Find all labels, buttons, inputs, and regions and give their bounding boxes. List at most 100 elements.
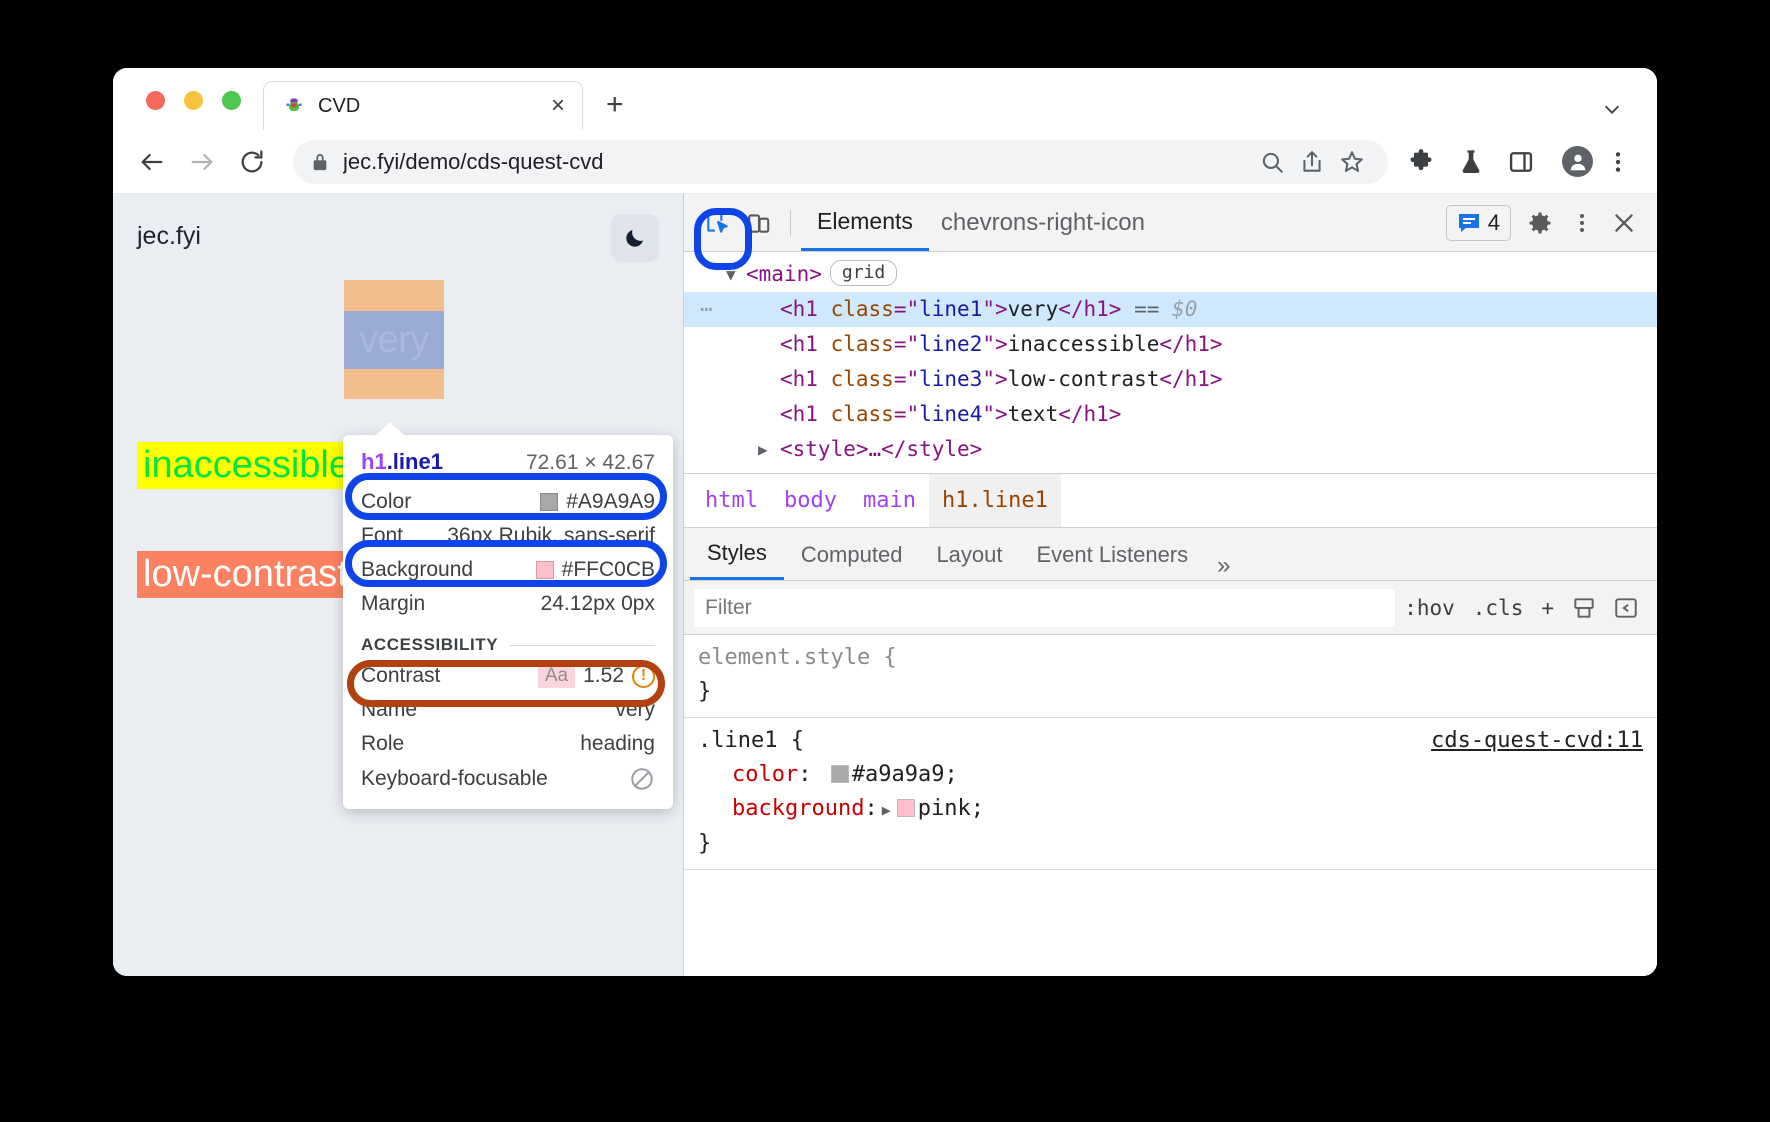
- copy-styles-icon[interactable]: [1563, 595, 1605, 621]
- styles-pane: Styles Computed Layout Event Listeners »…: [684, 527, 1657, 976]
- dom-tag-name-2: h1: [793, 332, 818, 356]
- tooltip-value-font: 36px Rubik, sans-serif: [447, 524, 655, 548]
- tab-title: CVD: [318, 95, 546, 118]
- back-arrow-icon[interactable]: [135, 145, 169, 179]
- rule-element-style[interactable]: element.style { }: [684, 635, 1657, 718]
- property-name-color: color: [732, 762, 798, 787]
- dom-row-h1-line2[interactable]: <h1 class="line2">inaccessible</h1>: [684, 327, 1657, 362]
- tooltip-dimensions: 72.61 × 42.67: [526, 451, 655, 475]
- device-toolbar-icon[interactable]: [738, 203, 780, 243]
- close-tab-button[interactable]: ×: [546, 94, 570, 118]
- forward-arrow-icon[interactable]: [185, 145, 219, 179]
- share-icon[interactable]: [1294, 144, 1330, 180]
- bookmark-star-icon[interactable]: [1334, 144, 1370, 180]
- tooltip-label-background: Background: [361, 558, 473, 582]
- tooltip-row-role: Role heading: [343, 727, 673, 761]
- heading-line1-text: very: [359, 319, 429, 362]
- extensions-puzzle-icon[interactable]: [1404, 145, 1438, 179]
- tooltip-label-color: Color: [361, 490, 411, 514]
- inspect-element-icon[interactable]: [696, 203, 738, 243]
- grid-badge[interactable]: grid: [830, 260, 897, 286]
- devtools-panel: Elements chevrons-right-icon 4: [683, 194, 1657, 976]
- close-icon[interactable]: [1603, 203, 1645, 243]
- close-window-button[interactable]: [146, 91, 165, 110]
- minimize-window-button[interactable]: [184, 91, 203, 110]
- dom-tag-name: h1: [793, 297, 818, 321]
- dom-row-h1-line1[interactable]: ⋯ <h1 class="line1">very</h1> == $0: [684, 292, 1657, 327]
- more-panels-icon[interactable]: chevrons-right-icon: [929, 209, 1157, 237]
- declaration-color[interactable]: color: #a9a9a9;: [698, 758, 1657, 792]
- expand-shorthand-icon[interactable]: ▶: [882, 801, 891, 819]
- tooltip-row-color: Color #A9A9A9: [343, 485, 673, 519]
- issues-counter-button[interactable]: 4: [1446, 205, 1511, 241]
- collapse-triangle-icon[interactable]: ▶: [758, 432, 768, 467]
- dom-open-bracket-2: <: [780, 332, 793, 356]
- tooltip-accessibility-rule: [510, 645, 655, 646]
- dom-equals-3: =": [894, 367, 919, 391]
- cls-toggle[interactable]: .cls: [1464, 596, 1533, 620]
- vertical-dots-icon[interactable]: [1561, 203, 1603, 243]
- dom-tag-style: <style>…</style>: [780, 437, 982, 461]
- omnibox-actions: [1254, 144, 1370, 180]
- filter-input[interactable]: [694, 589, 1395, 627]
- dom-row-h1-line3[interactable]: <h1 class="line3">low-contrast</h1>: [684, 362, 1657, 397]
- dom-attr-name: class: [831, 297, 894, 321]
- gear-icon[interactable]: [1519, 203, 1561, 243]
- dom-row-style[interactable]: ▶ <style>…</style>: [684, 432, 1657, 467]
- tooltip-color-swatch: [540, 493, 558, 511]
- tab-event-listeners[interactable]: Event Listeners: [1020, 529, 1206, 580]
- rule-line1[interactable]: .line1 { cds-quest-cvd:11 color: #a9a9a9…: [684, 718, 1657, 870]
- chevron-down-icon[interactable]: [1601, 98, 1623, 120]
- dom-row-h1-line4[interactable]: <h1 class="line4">text</h1>: [684, 397, 1657, 432]
- zoom-icon[interactable]: [1254, 144, 1290, 180]
- dom-attr-value-3: line3: [919, 367, 982, 391]
- address-bar[interactable]: jec.fyi/demo/cds-quest-cvd: [293, 140, 1388, 184]
- dark-mode-toggle-button[interactable]: [611, 214, 659, 262]
- issues-count: 4: [1488, 210, 1500, 236]
- collapsed-children-dots[interactable]: ⋯: [700, 292, 715, 327]
- tab-layout[interactable]: Layout: [919, 529, 1019, 580]
- issues-message-icon: [1457, 212, 1481, 234]
- dom-tag-main: <main>: [746, 262, 822, 286]
- breadcrumb-item-html[interactable]: html: [692, 474, 771, 528]
- breadcrumb-item-h1-line1[interactable]: h1.line1: [929, 474, 1061, 528]
- tooltip-label-keyboard-focusable: Keyboard-focusable: [361, 767, 548, 791]
- labs-flask-icon[interactable]: [1454, 145, 1488, 179]
- expand-triangle-icon[interactable]: ▼: [726, 257, 736, 292]
- new-style-rule-button[interactable]: +: [1532, 596, 1563, 620]
- toggle-sidebar-icon[interactable]: [1605, 595, 1647, 621]
- rule-close-brace-1: }: [698, 827, 1657, 861]
- rule-origin-link[interactable]: cds-quest-cvd:11: [1431, 724, 1643, 758]
- side-panel-icon[interactable]: [1504, 145, 1538, 179]
- new-tab-button[interactable]: +: [606, 90, 624, 120]
- tab-elements[interactable]: Elements: [801, 195, 929, 251]
- dom-open-bracket-4: <: [780, 402, 793, 426]
- dom-quote-close: ">: [982, 297, 1007, 321]
- declaration-background[interactable]: background:▶pink;: [698, 792, 1657, 827]
- breadcrumb-item-body[interactable]: body: [771, 474, 850, 528]
- maximize-window-button[interactable]: [222, 91, 241, 110]
- dom-attr-name-3: class: [831, 367, 894, 391]
- tooltip-value-color-wrap: #A9A9A9: [540, 490, 655, 514]
- more-menu-icon[interactable]: [1601, 145, 1635, 179]
- color-swatch-gray[interactable]: [831, 765, 849, 783]
- reload-icon[interactable]: [235, 145, 269, 179]
- browser-tab[interactable]: CVD ×: [263, 81, 583, 130]
- breadcrumb-item-main[interactable]: main: [850, 474, 929, 528]
- dom-space: [818, 297, 831, 321]
- hov-toggle[interactable]: :hov: [1395, 596, 1464, 620]
- more-styles-tabs-icon[interactable]: »: [1205, 552, 1242, 580]
- dom-row-main[interactable]: ▼ <main> grid: [684, 257, 1657, 292]
- tooltip-selector-class: .line1: [387, 449, 443, 474]
- tab-styles[interactable]: Styles: [690, 529, 784, 580]
- profile-avatar-icon[interactable]: [1562, 146, 1593, 177]
- tab-computed[interactable]: Computed: [784, 529, 920, 580]
- window-traffic-lights: [146, 91, 241, 110]
- tooltip-accessibility-title: ACCESSIBILITY: [361, 635, 498, 655]
- dom-tag-name-4: h1: [793, 402, 818, 426]
- tooltip-value-contrast: 1.52: [583, 664, 624, 688]
- site-logo: jec.fyi: [137, 222, 201, 251]
- dom-attr-name-4: class: [831, 402, 894, 426]
- tooltip-row-font: Font 36px Rubik, sans-serif: [343, 519, 673, 553]
- color-swatch-pink[interactable]: [897, 799, 915, 817]
